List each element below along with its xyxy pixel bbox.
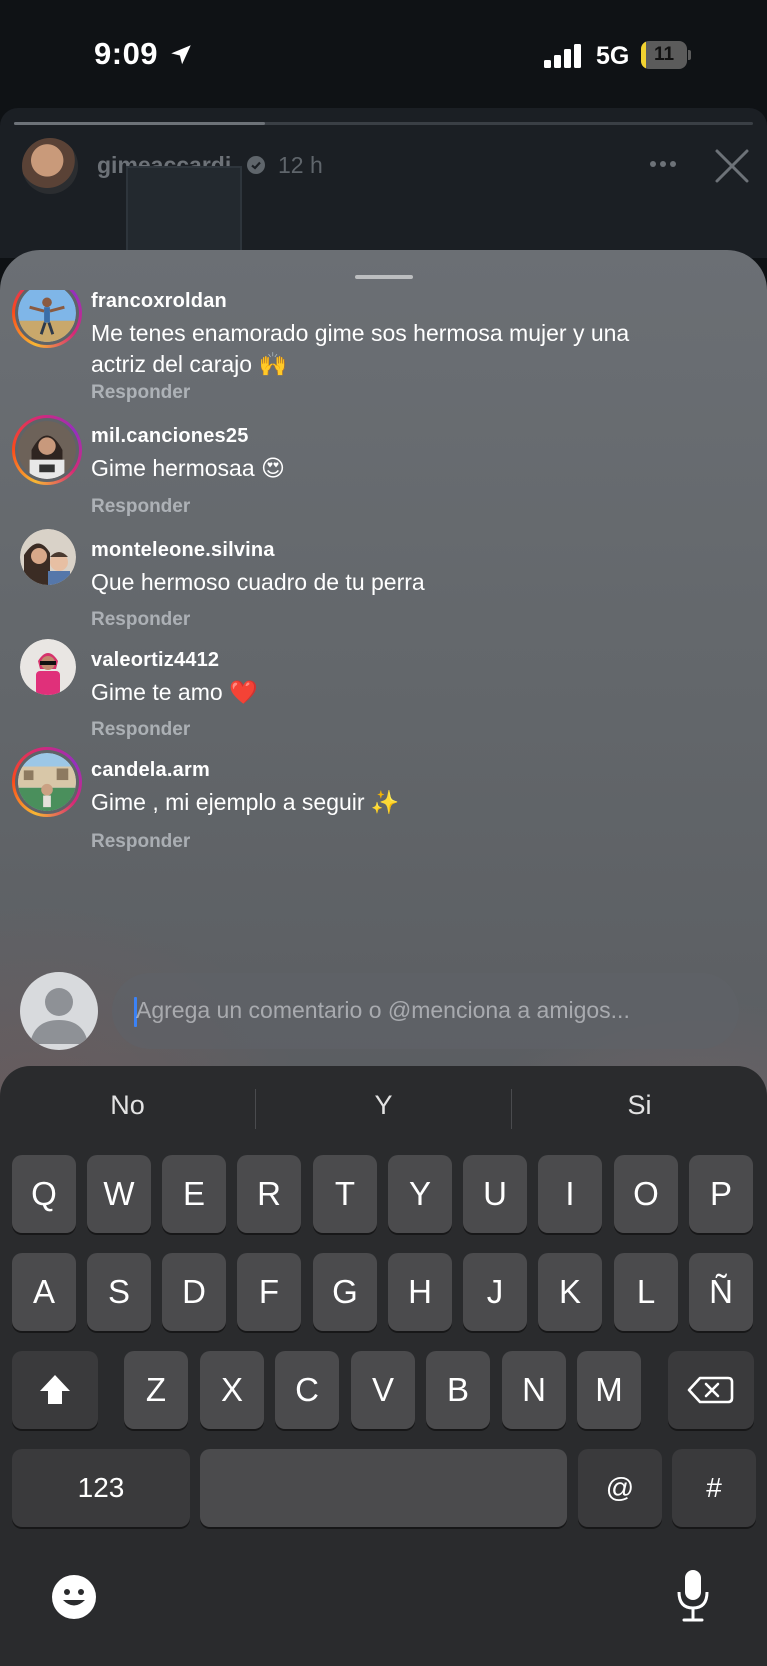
comment-text: Gime hermosaa 😍 [91,455,285,481]
avatar[interactable] [20,529,76,585]
story-header: gimeaccardi 12 h [0,108,767,258]
verified-badge-icon [247,156,265,174]
comment-input-placeholder: Agrega un comentario o @menciona a amigo… [136,997,630,1023]
predictive-bar: No Y Si [0,1066,767,1156]
comment-username[interactable]: monteleone.silvina [91,539,275,562]
key-b[interactable]: B [426,1351,490,1429]
shift-key[interactable] [12,1351,98,1429]
key-w[interactable]: W [87,1155,151,1233]
more-options-icon[interactable] [648,153,678,175]
avatar [18,753,76,811]
key-a[interactable]: A [12,1253,76,1331]
battery-icon: 11 [641,41,691,69]
key-r[interactable]: R [237,1155,301,1233]
story-progress-fill [14,122,266,125]
key-k[interactable]: K [538,1253,602,1331]
space-key[interactable] [200,1449,567,1527]
comment-text: Gime , mi ejemplo a seguir ✨ [91,789,400,815]
key-enye[interactable]: Ñ [689,1253,753,1331]
story-ring[interactable] [12,415,82,485]
comment-username[interactable]: mil.canciones25 [91,425,249,448]
comment-text: Gime te amo ❤️ [91,679,258,705]
microphone-icon[interactable] [676,1568,710,1624]
key-u[interactable]: U [463,1155,527,1233]
location-arrow-icon [171,45,191,65]
key-n[interactable]: N [502,1351,566,1429]
avatar [18,421,76,479]
shift-arrow-icon [40,1375,70,1404]
backspace-icon [687,1376,734,1404]
key-l[interactable]: L [614,1253,678,1331]
key-x[interactable]: X [200,1351,264,1429]
comment-username[interactable]: valeortiz4412 [91,649,219,672]
key-t[interactable]: T [313,1155,377,1233]
delete-key[interactable] [668,1351,754,1429]
hash-key[interactable]: # [672,1449,756,1527]
status-time: 9:09 [94,36,159,71]
key-g[interactable]: G [313,1253,377,1331]
story-avatar[interactable] [22,138,78,194]
story-time-ago: 12 h [278,152,323,178]
story-progress-bar [14,122,753,125]
key-y[interactable]: Y [388,1155,452,1233]
reply-button[interactable]: Responder [91,496,190,518]
comment-input[interactable]: Agrega un comentario o @menciona a amigo… [112,973,739,1049]
key-s[interactable]: S [87,1253,151,1331]
close-icon[interactable] [714,148,750,184]
key-z[interactable]: Z [124,1351,188,1429]
key-o[interactable]: O [614,1155,678,1233]
key-i[interactable]: I [538,1155,602,1233]
key-f[interactable]: F [237,1253,301,1331]
comment-text: Que hermoso cuadro de tu perra [91,569,425,595]
key-v[interactable]: V [351,1351,415,1429]
keyboard: No Y Si Q W E R T Y U I O P A S D F G H … [0,1066,767,1666]
reply-button[interactable]: Responder [91,831,190,853]
story-background-image [126,166,242,258]
story-ring[interactable] [12,290,82,348]
suggestion-item[interactable]: No [0,1090,255,1121]
reply-button[interactable]: Responder [91,609,190,631]
key-d[interactable]: D [162,1253,226,1331]
default-profile-icon [30,988,88,1044]
my-avatar [20,972,98,1050]
key-j[interactable]: J [463,1253,527,1331]
comment-username[interactable]: candela.arm [91,759,210,782]
key-h[interactable]: H [388,1253,452,1331]
reply-button[interactable]: Responder [91,382,190,404]
cellular-signal-icon [544,44,581,68]
story-ring[interactable] [12,747,82,817]
comment-text: Me tenes enamorado gime sos hermosa muje… [91,320,630,377]
at-key[interactable]: @ [578,1449,662,1527]
key-e[interactable]: E [162,1155,226,1233]
key-m[interactable]: M [577,1351,641,1429]
status-bar: 9:09 5G 11 [0,0,767,110]
network-type: 5G [596,42,630,70]
key-q[interactable]: Q [12,1155,76,1233]
reply-button[interactable]: Responder [91,719,190,741]
suggestion-item[interactable]: Si [512,1090,767,1121]
avatar[interactable] [20,639,76,695]
emoji-keyboard-icon[interactable] [50,1573,98,1621]
battery-level: 11 [653,44,675,65]
suggestion-item[interactable]: Y [256,1090,511,1121]
key-p[interactable]: P [689,1155,753,1233]
numbers-key[interactable]: 123 [12,1449,190,1527]
comment-username[interactable]: francoxroldan [91,290,227,313]
key-c[interactable]: C [275,1351,339,1429]
avatar [18,290,76,342]
sheet-grabber[interactable] [355,275,413,279]
